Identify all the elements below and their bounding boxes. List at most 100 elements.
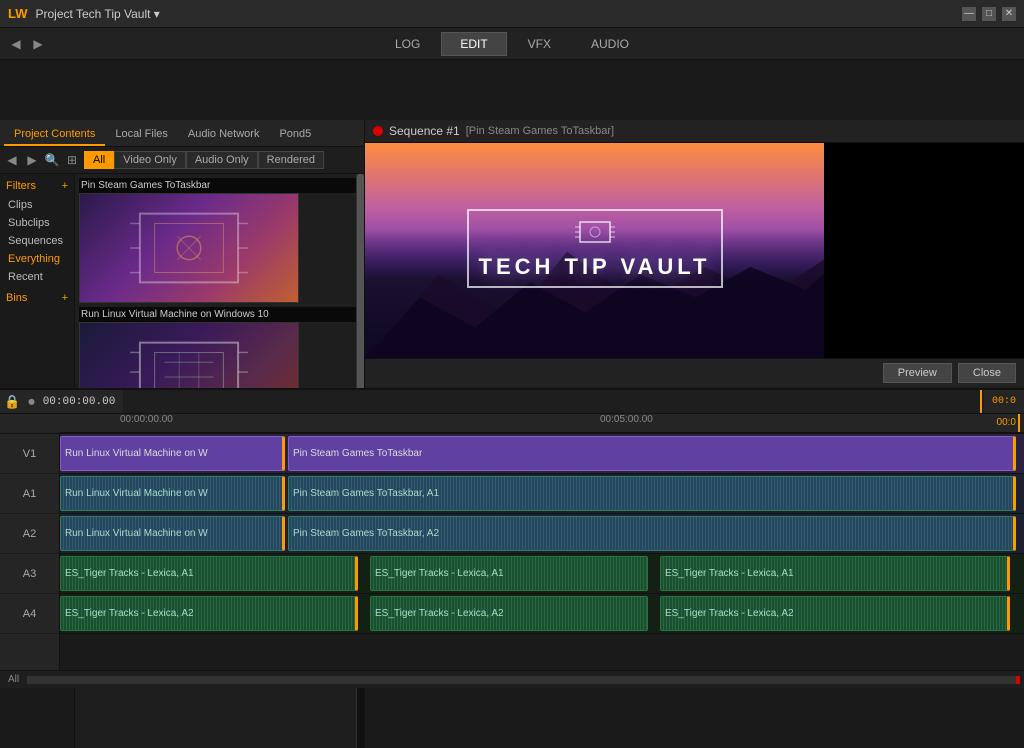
sidebar-item-clips[interactable]: Clips [0, 196, 74, 214]
clip-block[interactable]: Run Linux Virtual Machine on W [60, 516, 285, 551]
sidebar-item-recent[interactable]: Recent [0, 268, 74, 286]
back-button[interactable]: ◀ [8, 36, 24, 52]
bottom-scrollbar[interactable] [27, 676, 1020, 684]
clip-block[interactable]: ES_Tiger Tracks - Lexica, A2 [660, 596, 1010, 631]
search-button[interactable]: 🔍 [44, 152, 60, 168]
all-label: All [0, 670, 1024, 688]
track-a2: Run Linux Virtual Machine on W Pin Steam… [60, 514, 1024, 554]
clip-block-label: Pin Steam Games ToTaskbar, A2 [293, 528, 439, 539]
track-a3: ES_Tiger Tracks - Lexica, A1 ES_Tiger Tr… [60, 554, 1024, 594]
window-title: Project Tech Tip Vault ▾ [36, 7, 963, 21]
preview-header: Sequence #1 [Pin Steam Games ToTaskbar] [365, 120, 1024, 143]
clip-block-label: Run Linux Virtual Machine on W [65, 528, 208, 539]
view-toggle-button[interactable]: ⊞ [64, 152, 80, 168]
nav-back-button[interactable]: ◀ [4, 152, 20, 168]
scrollbar-indicator [1016, 676, 1020, 684]
sidebar-item-subclips[interactable]: Subclips [0, 214, 74, 232]
close-button[interactable]: ✕ [1002, 7, 1016, 21]
clip-block-label: Run Linux Virtual Machine on W [65, 448, 208, 459]
clip-block-label: ES_Tiger Tracks - Lexica, A2 [665, 608, 794, 619]
menubar: ◀ ▶ LOG EDIT VFX AUDIO [0, 28, 1024, 60]
track-a4: ES_Tiger Tracks - Lexica, A2 ES_Tiger Tr… [60, 594, 1024, 634]
preview-black-panel [824, 143, 1024, 358]
timeline-header: 🔒 ⏺ 00:00:00.00 00:0 [0, 390, 1024, 414]
tab-vfx[interactable]: VFX [509, 32, 570, 56]
timeline-ruler: 00:00:00.00 00:05:00.00 00:0 [0, 414, 1024, 434]
clip-block[interactable]: Pin Steam Games ToTaskbar, A1 [288, 476, 1016, 511]
tab-local-files[interactable]: Local Files [105, 124, 178, 146]
filter-tabs: All Video Only Audio Only Rendered [84, 151, 360, 169]
track-label-a3: A3 [0, 554, 59, 594]
tab-project-contents[interactable]: Project Contents [4, 124, 105, 146]
timeline: 🔒 ⏺ 00:00:00.00 00:0 00:00:00.00 00:05:0… [0, 388, 1024, 688]
timeline-audio-icon[interactable]: ⏺ [28, 394, 35, 410]
bins-section: Bins + [0, 286, 74, 306]
sequence-subtitle: [Pin Steam Games ToTaskbar] [466, 125, 614, 137]
titlebar: LW Project Tech Tip Vault ▾ — □ ✕ [0, 0, 1024, 28]
sequence-title: Sequence #1 [389, 124, 460, 138]
filter-all[interactable]: All [84, 151, 114, 169]
track-label-v1: V1 [0, 434, 59, 474]
clip-block[interactable]: Run Linux Virtual Machine on W [60, 476, 285, 511]
tab-log[interactable]: LOG [376, 32, 439, 56]
clip-block-label: ES_Tiger Tracks - Lexica, A1 [375, 568, 504, 579]
filter-video-only[interactable]: Video Only [114, 151, 186, 169]
clip-block[interactable]: ES_Tiger Tracks - Lexica, A1 [660, 556, 1010, 591]
filter-audio-only[interactable]: Audio Only [186, 151, 258, 169]
timeline-playhead [980, 390, 982, 413]
minimize-button[interactable]: — [962, 7, 976, 21]
clip-block-label: ES_Tiger Tracks - Lexica, A1 [665, 568, 794, 579]
timeline-time-ruler [123, 390, 984, 413]
tab-pond5[interactable]: Pond5 [269, 124, 321, 146]
clip-block[interactable]: ES_Tiger Tracks - Lexica, A1 [60, 556, 358, 591]
timeline-timecode: 00:00:00.00 [43, 396, 116, 408]
filter-bar: ◀ ▶ 🔍 ⊞ All Video Only Audio Only Render… [0, 147, 364, 174]
track-label-a4: A4 [0, 594, 59, 634]
window-controls: — □ ✕ [962, 7, 1016, 21]
close-button[interactable]: Close [958, 363, 1016, 383]
track-label-a1: A1 [0, 474, 59, 514]
project-nav: ◀ ▶ [8, 36, 46, 52]
preview-controls: Preview Close [365, 358, 1024, 387]
ruler-end-mark: 00:0 [997, 417, 1016, 428]
preview-video: TECH TIP VAULT [365, 143, 824, 358]
clip-block-label: Pin Steam Games ToTaskbar, A1 [293, 488, 439, 499]
track-a1: Run Linux Virtual Machine on W Pin Steam… [60, 474, 1024, 514]
clip-block-label: ES_Tiger Tracks - Lexica, A2 [375, 608, 504, 619]
nav-forward-button[interactable]: ▶ [24, 152, 40, 168]
clip-item[interactable]: Pin Steam Games ToTaskbar [79, 178, 360, 303]
forward-button[interactable]: ▶ [30, 36, 46, 52]
add-bin-icon[interactable]: + [62, 292, 68, 304]
sidebar-filters-header: Filters + [0, 178, 74, 196]
tab-audio[interactable]: AUDIO [572, 32, 648, 56]
clip-block[interactable]: Run Linux Virtual Machine on W [60, 436, 285, 471]
clip-block[interactable]: Pin Steam Games ToTaskbar, A2 [288, 516, 1016, 551]
add-filter-icon[interactable]: + [62, 180, 68, 192]
sidebar-item-everything[interactable]: Everything [0, 250, 74, 268]
tab-audio-network[interactable]: Audio Network [178, 124, 270, 146]
ruler-zero-mark: 00:00:00.00 [120, 414, 173, 425]
filters-label: Filters [6, 180, 36, 192]
clip-block-label: ES_Tiger Tracks - Lexica, A1 [65, 568, 194, 579]
timeline-lock-icon[interactable]: 🔒 [4, 394, 20, 410]
clip-block[interactable]: ES_Tiger Tracks - Lexica, A2 [370, 596, 648, 631]
tab-edit[interactable]: EDIT [441, 32, 506, 56]
clip-block[interactable]: Pin Steam Games ToTaskbar [288, 436, 1016, 471]
track-content: Run Linux Virtual Machine on W Pin Steam… [60, 434, 1024, 670]
clip-block[interactable]: ES_Tiger Tracks - Lexica, A2 [60, 596, 358, 631]
panel-tabs: Project Contents Local Files Audio Netwo… [0, 120, 364, 147]
clip-block[interactable]: ES_Tiger Tracks - Lexica, A1 [370, 556, 648, 591]
filter-rendered[interactable]: Rendered [258, 151, 324, 169]
sidebar-item-sequences[interactable]: Sequences [0, 232, 74, 250]
timeline-end-marker: 00:0 [992, 396, 1016, 407]
preview-button[interactable]: Preview [883, 363, 952, 383]
track-labels: V1 A1 A2 A3 A4 [0, 434, 60, 670]
timeline-tracks: V1 A1 A2 A3 A4 Run Linux Virtual Machine… [0, 434, 1024, 670]
bins-label: Bins [6, 292, 27, 304]
clip-label: Run Linux Virtual Machine on Windows 10 [79, 307, 360, 322]
clip-block-label: Run Linux Virtual Machine on W [65, 488, 208, 499]
clip-thumbnail [79, 193, 299, 303]
ruler-mid-mark: 00:05:00.00 [600, 414, 653, 425]
all-label-text: All [8, 674, 19, 685]
maximize-button[interactable]: □ [982, 7, 996, 21]
